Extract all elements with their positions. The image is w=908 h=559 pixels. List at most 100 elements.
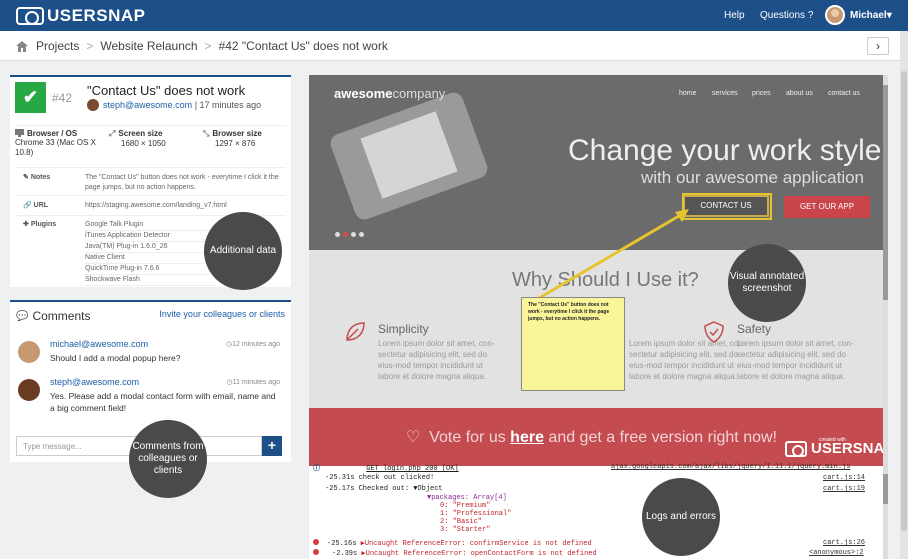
nav-help-link[interactable]: Help (724, 10, 745, 21)
home-icon[interactable] (16, 40, 28, 52)
comment-item: michael@awesome.com ◷12 minutes ago Shou… (18, 339, 280, 373)
top-navbar: USERSNAP Help Questions ? Michael ▾ (0, 0, 908, 31)
scroll-thumb[interactable] (883, 474, 888, 504)
console-source[interactable]: ajax.googleapis.com/ajax/libs/jquery/1.1… (611, 463, 850, 471)
issue-time: | 17 minutes ago (194, 100, 262, 110)
puzzle-icon: ✚ (23, 221, 29, 228)
caret-down-icon: ▾ (886, 9, 892, 21)
breadcrumb-bar: Projects > Website Relaunch > #42 "Conta… (0, 31, 908, 61)
url-value[interactable]: https://staging.awesome.com/landing_v7.h… (85, 201, 227, 211)
feature-text: Lorem ipsum dolor sit amet, con-sectetur… (629, 339, 746, 381)
shield-icon (704, 321, 724, 343)
resolve-checkbox[interactable]: ✔ (15, 82, 46, 113)
console-time: -25.31s (325, 474, 355, 482)
callout-additional-data: Additional data (204, 212, 282, 290)
console-error-line[interactable]: -25.16s ▶Uncaught ReferenceError: confir… (313, 539, 592, 548)
plugin-item: QuickTime Plug-in 7.6.6 (85, 264, 215, 275)
page-scrollbar[interactable] (900, 31, 908, 559)
url-row: 🔗 URL https://staging.awesome.com/landin… (15, 195, 286, 213)
comment-time: ◷11 minutes ago (227, 378, 280, 386)
camera-icon (16, 7, 44, 25)
console-line: ⓘ GET login.php 200 [OK] (313, 463, 459, 473)
console-source[interactable]: cart.js:14 (823, 474, 865, 482)
question-circle-icon: ? (807, 10, 814, 21)
console-text: ▶Uncaught ReferenceError: confirmService… (360, 540, 592, 548)
console-source[interactable]: cart.js:19 (823, 485, 865, 493)
speech-bubble-icon: 💬 (16, 310, 29, 322)
carousel-dot (343, 232, 348, 237)
comments-title: Comments (32, 309, 91, 323)
comment-text: Yes. Please add a modal contact form wit… (50, 391, 276, 413)
carousel-dots (335, 232, 364, 237)
made-with-usersnap-badge: created with USERSNAP (785, 437, 883, 457)
browser-value: Chrome 33 (Mac OS X 10.8) (15, 138, 96, 157)
console-source[interactable]: <anonymous>:2 (809, 549, 864, 557)
comment-time-text: 11 minutes ago (232, 379, 280, 386)
nav-questions-link[interactable]: Questions ? (760, 10, 813, 21)
hero-title: Change your work style (568, 134, 882, 167)
expand-icon: ⤢ (109, 129, 116, 138)
brand-rest: company (392, 86, 446, 101)
scroll-thumb[interactable] (883, 85, 888, 300)
console-text: Checked out: ▼Object (358, 485, 443, 493)
browser-os-cell: Browser / OS Chrome 33 (Mac OS X 10.8) (15, 126, 109, 163)
vote-post: and get a free version right now! (543, 429, 777, 446)
breadcrumb-project[interactable]: Website Relaunch (100, 39, 197, 53)
logo-text: USERSNAP (47, 6, 146, 25)
vote-here: here (510, 429, 544, 446)
sticky-note[interactable]: The "Contact Us" button does not work - … (521, 297, 625, 391)
nav-questions-label: Questions (760, 10, 806, 21)
user-avatar (825, 5, 845, 25)
site-nav-home: home (679, 90, 697, 97)
why-title: Why Should I Use it? (512, 269, 699, 291)
breadcrumb-separator: > (86, 39, 94, 53)
comment-email[interactable]: michael@awesome.com (50, 339, 148, 349)
issue-number: #42 (52, 91, 73, 105)
console-error-line[interactable]: -2.39s ▶Uncaught ReferenceError: openCon… (313, 549, 597, 558)
comment-item: steph@awesome.com ◷11 minutes ago Yes. P… (18, 377, 280, 425)
console-time: -25.17s (325, 485, 355, 493)
camera-icon (785, 440, 807, 457)
comment-email[interactable]: steph@awesome.com (50, 377, 139, 387)
user-menu[interactable]: Michael ▾ (825, 5, 892, 25)
made-with-label: created with (819, 437, 846, 443)
screen-size-cell: ⤢ Screen size 1680 × 1050 (109, 126, 203, 163)
vote-banner: ♡ Vote for us here and get a free versio… (309, 408, 883, 466)
feature-title: Safety (737, 322, 772, 336)
console-line[interactable]: ▼packages: Array[4] (427, 494, 507, 502)
plugin-item: iTunes Application Detector (85, 231, 215, 242)
reporter-email[interactable]: steph@awesome.com (103, 100, 192, 110)
monitor-icon (15, 129, 24, 137)
console-source[interactable]: cart.js:26 (823, 539, 865, 547)
usersnap-logo[interactable]: USERSNAP (16, 6, 145, 26)
site-nav-contact: contact us (828, 90, 860, 97)
scroll-thumb[interactable] (901, 71, 907, 531)
breadcrumb-issue: #42 "Contact Us" does not work (218, 39, 388, 53)
vote-text: ♡ Vote for us here and get a free versio… (406, 427, 777, 447)
error-icon (313, 549, 319, 555)
feature-text: Lorem ipsum dolor sit amet, con-sectetur… (737, 339, 854, 381)
plugin-item: Native Client (85, 253, 215, 264)
breadcrumb-projects[interactable]: Projects (36, 39, 79, 53)
screenshot-scrollbar[interactable] (883, 75, 888, 466)
hero-section: awesomecompany home services prices abou… (309, 75, 883, 250)
check-icon: ✔ (22, 87, 39, 107)
plugin-item: Google Talk Plugin (85, 220, 215, 231)
notes-value: The "Contact Us" button does not work - … (85, 174, 279, 191)
console-text: check out clicked! (358, 474, 435, 482)
feature-title: Simplicity (378, 322, 429, 336)
console-line: 2: "Basic" (440, 518, 483, 526)
next-issue-button[interactable]: › (867, 37, 889, 55)
send-message-button[interactable]: + (262, 436, 282, 456)
invite-link[interactable]: Invite your colleagues or clients (159, 309, 285, 319)
plugins-label: ✚ Plugins (23, 220, 56, 228)
site-app-button: GET OUR APP (784, 196, 870, 218)
issue-title: "Contact Us" does not work (87, 83, 246, 98)
comment-time-text: 12 minutes ago (232, 341, 280, 348)
site-nav-about: about us (786, 90, 813, 97)
console-scrollbar[interactable] (883, 466, 888, 559)
site-nav-services: services (712, 90, 738, 97)
carousel-dot (359, 232, 364, 237)
commenter-avatar (18, 379, 40, 401)
site-brand: awesomecompany (334, 86, 445, 101)
